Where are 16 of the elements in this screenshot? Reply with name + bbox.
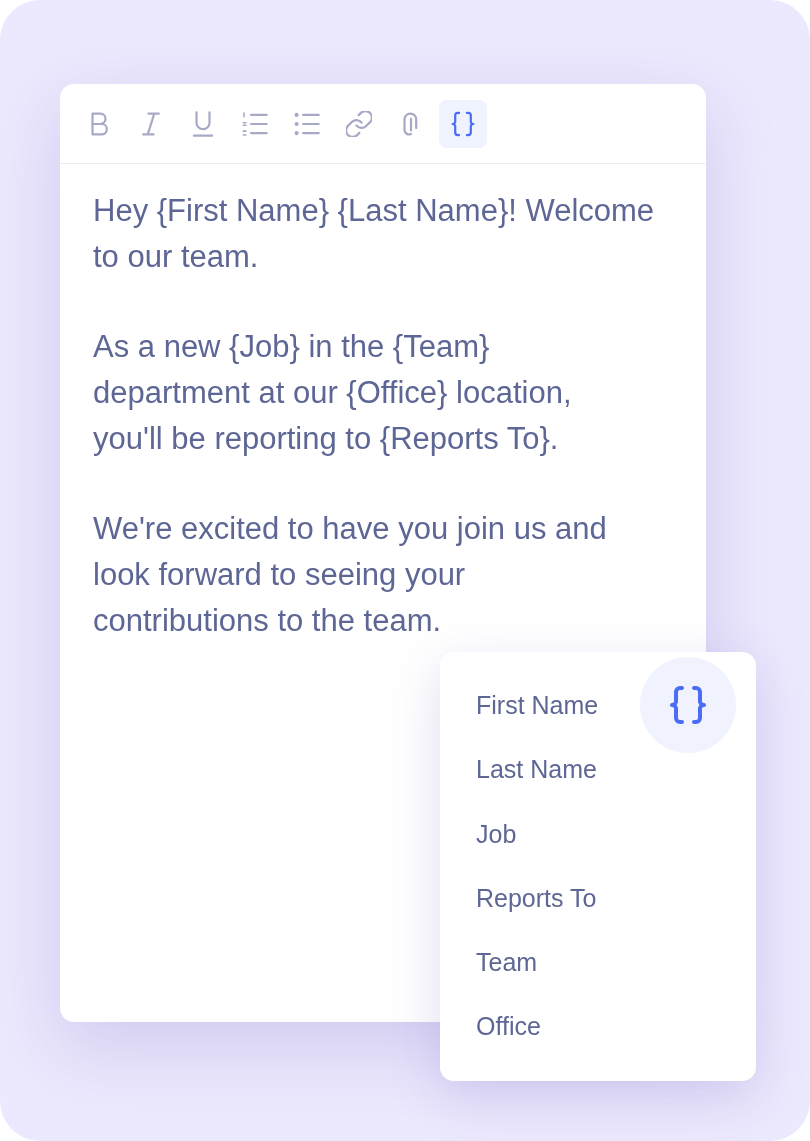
message-paragraph: As a new {Job} in the {Team} department at our {Office} location, you'll be reporting to {Reports To}.: [93, 328, 573, 458]
menu-item[interactable]: Office: [440, 994, 549, 1059]
bullet-list-icon: [294, 111, 320, 137]
menu-item[interactable]: Team: [440, 930, 546, 995]
underline-icon: [190, 111, 216, 137]
message-paragraph: We're excited to have you join us and look forward to seeing your contributions to the team.: [93, 510, 608, 640]
menu-item[interactable]: First Name: [440, 673, 607, 738]
braces-button[interactable]: [439, 100, 487, 148]
link-icon: [346, 111, 372, 137]
menu-item[interactable]: Reports To: [440, 865, 605, 931]
braces-icon: [640, 657, 736, 753]
message-paragraph: Hey {First Name} {Last Name}! Welcome to our team.: [93, 192, 656, 276]
menu-item[interactable]: Job: [440, 801, 525, 866]
braces-icon: [450, 111, 476, 137]
numbered-list-icon: [242, 111, 268, 137]
menu-item[interactable]: Last Name: [440, 737, 605, 802]
